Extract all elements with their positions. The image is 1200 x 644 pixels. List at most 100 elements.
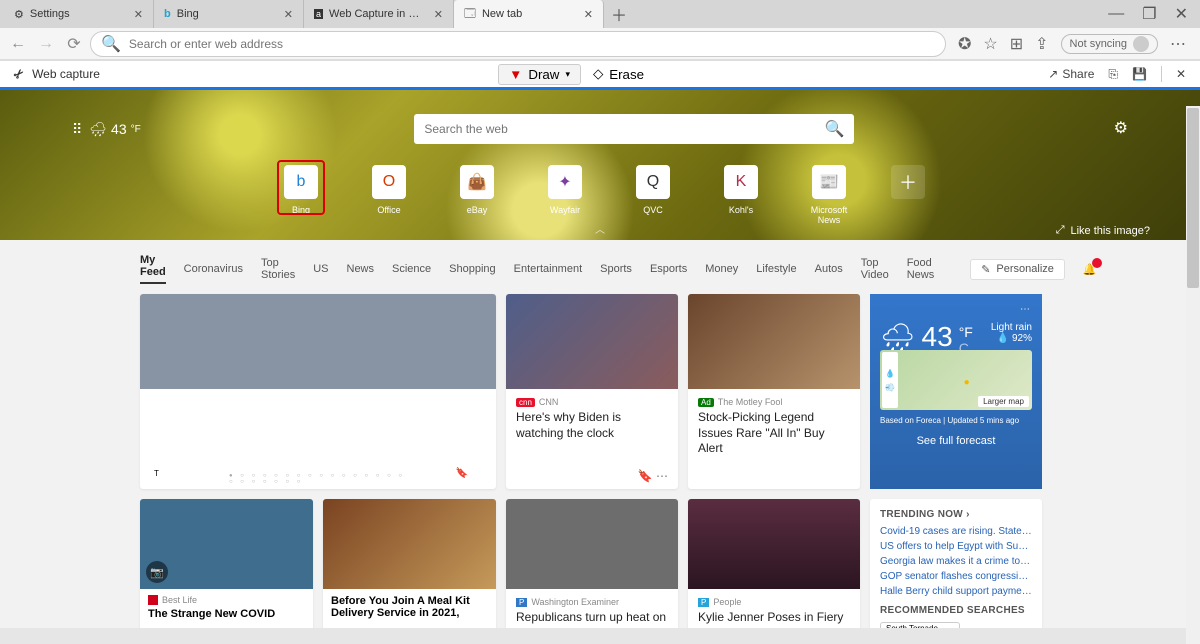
- app-launcher-icon[interactable]: ⠿: [72, 121, 79, 138]
- quicklink-wayfair[interactable]: ✦Wayfair: [539, 165, 591, 225]
- close-icon[interactable]: ✕: [584, 8, 593, 21]
- omnibox[interactable]: 🔍: [90, 31, 946, 57]
- card-title: The Strange New COVID: [148, 608, 305, 620]
- back-button[interactable]: ←: [6, 35, 30, 53]
- quicklink-office[interactable]: OOffice: [363, 165, 415, 225]
- feednav-shopping[interactable]: Shopping: [449, 263, 496, 275]
- see-forecast-link[interactable]: See full forecast: [880, 435, 1032, 447]
- feednav-us[interactable]: US: [313, 263, 328, 275]
- scrollbar-thumb[interactable]: [1187, 108, 1199, 288]
- close-icon[interactable]: ✕: [134, 8, 143, 21]
- more-icon[interactable]: ⋯: [880, 304, 1032, 315]
- trending-link[interactable]: Georgia law makes it a crime to give foo…: [880, 556, 1032, 567]
- notifications-button[interactable]: 🔔: [1083, 263, 1097, 276]
- news-card[interactable]: cnnCNN Here's why Biden is watching the …: [506, 294, 678, 489]
- like-image-prompt[interactable]: ⤢ Like this image?: [1056, 224, 1150, 237]
- draw-label: Draw: [528, 67, 559, 82]
- chevron-right-icon[interactable]: ›: [966, 509, 970, 520]
- address-input[interactable]: [129, 37, 935, 51]
- camera-icon: 📷: [146, 561, 168, 583]
- tab-bing[interactable]: b Bing ✕: [154, 0, 304, 28]
- larger-map-button[interactable]: Larger map: [978, 396, 1029, 407]
- feednav-top-video[interactable]: Top Video: [861, 257, 889, 281]
- erase-button[interactable]: ◇ Erase: [587, 64, 650, 85]
- feednav-coronavirus[interactable]: Coronavirus: [184, 263, 243, 275]
- quicklink-tile: ✦: [548, 165, 582, 199]
- ad-card[interactable]: AdThe Motley Fool Stock-Picking Legend I…: [688, 294, 860, 489]
- new-tab-button[interactable]: ＋: [604, 0, 634, 28]
- add-quicklink-button[interactable]: ＋: [891, 165, 925, 199]
- minimize-button[interactable]: —: [1108, 5, 1124, 23]
- feednav-top-stories[interactable]: Top Stories: [261, 257, 295, 281]
- share-icon[interactable]: ⇪: [1035, 34, 1048, 54]
- quicklink-bing[interactable]: bBing: [275, 165, 327, 225]
- carousel-dots[interactable]: ● ○ ○ ○ ○ ○ ○ ○ ○ ○ ○ ○ ○ ○ ○ ○ ○ ○ ○ ○ …: [229, 473, 407, 485]
- hero-search-input[interactable]: [424, 122, 816, 136]
- search-icon[interactable]: 🔍: [824, 119, 844, 139]
- feednav-esports[interactable]: Esports: [650, 263, 687, 275]
- feednav-money[interactable]: Money: [705, 263, 738, 275]
- quicklink-microsoft-news[interactable]: 📰Microsoft News: [803, 165, 855, 225]
- collections-icon[interactable]: ⊞: [1010, 34, 1023, 54]
- feednav-my-feed[interactable]: My Feed: [140, 254, 166, 284]
- personalize-button[interactable]: ✎ Personalize: [970, 259, 1065, 280]
- trending-link[interactable]: Halle Berry child support payments slash…: [880, 586, 1032, 597]
- quicklink-ebay[interactable]: 👜 eBay: [451, 165, 503, 225]
- menu-icon[interactable]: ⋯: [1170, 34, 1186, 54]
- headline-card[interactable]: These 31 states are expanding Covid-19 v…: [140, 294, 496, 489]
- feednav-news[interactable]: News: [347, 263, 375, 275]
- feednav-lifestyle[interactable]: Lifestyle: [756, 263, 796, 275]
- trending-link[interactable]: US offers to help Egypt with Suez blocka…: [880, 541, 1032, 552]
- feednav-sports[interactable]: Sports: [600, 263, 632, 275]
- headline-title: These 31 states are expanding Covid-19 v…: [152, 420, 484, 463]
- share-label: Share: [1062, 67, 1094, 81]
- trending-link[interactable]: GOP senator flashes congressional pin af…: [880, 571, 1032, 582]
- quicklink-qvc[interactable]: QQVC: [627, 165, 679, 225]
- profile-sync[interactable]: Not syncing: [1061, 34, 1158, 54]
- favorites-icon[interactable]: ☆: [983, 34, 997, 54]
- news-card[interactable]: 📷 Best LifeThe Strange New COVID: [140, 499, 313, 628]
- feednav-entertainment[interactable]: Entertainment: [514, 263, 582, 275]
- share-button[interactable]: ↗ Share: [1048, 67, 1094, 81]
- bookmark-icon[interactable]: 🔖: [638, 469, 653, 483]
- quicklink-kohl-s[interactable]: KKohl's: [715, 165, 767, 225]
- weather-unit-f[interactable]: °F: [959, 324, 973, 340]
- settings-icon[interactable]: ⚙: [1114, 118, 1128, 138]
- tracking-icon[interactable]: ✪: [958, 34, 971, 54]
- close-capture-button[interactable]: ✕: [1176, 67, 1186, 81]
- draw-button[interactable]: ▼ Draw ▾: [498, 64, 581, 85]
- feednav-food-news[interactable]: Food News: [907, 257, 935, 281]
- close-window-button[interactable]: ✕: [1175, 4, 1188, 24]
- bookmark-icon[interactable]: 🔖: [456, 468, 468, 479]
- weather-pill[interactable]: 🌧 43 °F: [89, 121, 140, 138]
- more-icon[interactable]: ⋯: [474, 468, 484, 479]
- news-card[interactable]: Before You Join A Meal Kit Delivery Serv…: [323, 499, 496, 628]
- close-icon[interactable]: ✕: [284, 8, 293, 21]
- forward-button[interactable]: →: [34, 35, 58, 53]
- quicklink-label: eBay: [451, 205, 503, 215]
- feednav-science[interactable]: Science: [392, 263, 431, 275]
- tab-settings[interactable]: ⚙ Settings ✕: [4, 0, 154, 28]
- weather-map[interactable]: 🌡💧💨☁ ● Larger map: [880, 350, 1032, 410]
- vertical-scrollbar[interactable]: [1186, 106, 1200, 644]
- source-icon: P: [698, 598, 709, 607]
- refresh-button[interactable]: ⟳: [62, 34, 86, 54]
- save-button[interactable]: 💾: [1132, 67, 1147, 81]
- hero-search[interactable]: 🔍: [414, 114, 854, 144]
- more-icon[interactable]: ⋯: [656, 469, 668, 483]
- news-card[interactable]: PPeopleKylie Jenner Poses in Fiery: [688, 499, 860, 628]
- expand-chevron[interactable]: ︿: [0, 221, 1200, 236]
- personalize-label: Personalize: [996, 263, 1053, 275]
- close-icon[interactable]: ✕: [434, 8, 443, 21]
- copy-button[interactable]: ⎘: [1108, 67, 1118, 82]
- news-card[interactable]: PWashington ExaminerRepublicans turn up …: [506, 499, 678, 628]
- quicklink-tile: 👜: [460, 165, 494, 199]
- tab-newtab[interactable]: 🗔 New tab ✕: [454, 0, 604, 28]
- recommended-search-pill[interactable]: South Tornado Outbreak: [880, 622, 960, 628]
- maximize-button[interactable]: ❐: [1142, 4, 1156, 24]
- card-title: Here's why Biden is watching the clock: [516, 410, 668, 441]
- tab-webcapture-article[interactable]: a Web Capture in Microsoft Edge: ✕: [304, 0, 454, 28]
- feednav-autos[interactable]: Autos: [815, 263, 843, 275]
- source-icon: [148, 595, 158, 605]
- trending-link[interactable]: Covid-19 cases are rising. States are op…: [880, 526, 1032, 537]
